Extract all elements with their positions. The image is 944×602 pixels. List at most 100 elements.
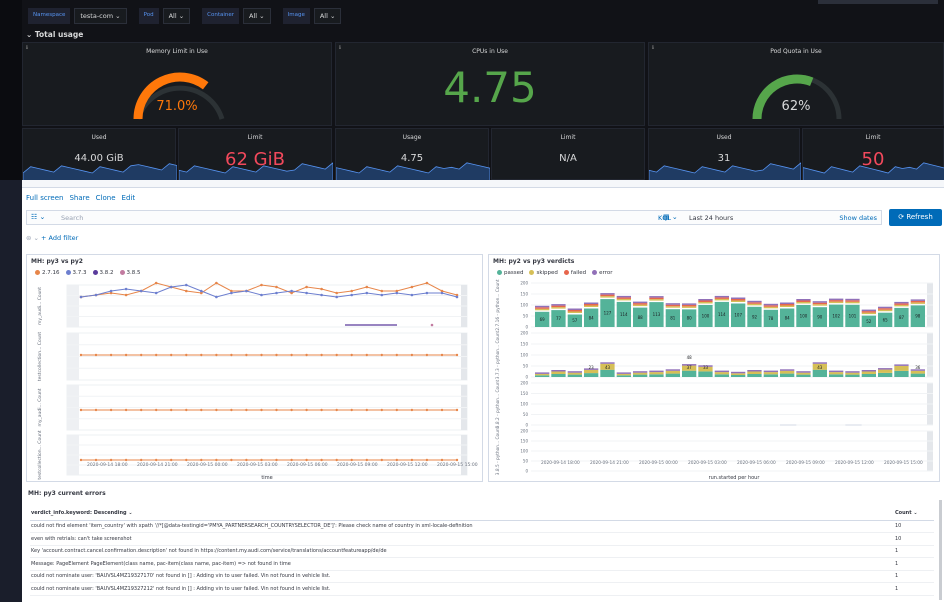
flat-series-point — [320, 458, 323, 462]
top-toolbar — [818, 0, 938, 4]
bar-data-label: 87 — [899, 315, 905, 320]
skipped-bar — [763, 372, 778, 375]
failed-bar — [600, 294, 615, 297]
flat-series-point — [455, 408, 459, 412]
full-screen-link[interactable]: Full screen — [26, 194, 63, 202]
series-3-7-3-point — [320, 293, 323, 297]
error-count: 1 — [894, 570, 934, 583]
filter-label-container: Container — [202, 8, 240, 24]
filter-namespace-select[interactable]: testa-com ⌄ — [74, 8, 127, 24]
share-link[interactable]: Share — [69, 194, 89, 202]
passed-bar — [829, 374, 844, 377]
series-3-7-3-point — [169, 285, 173, 289]
flat-series-point — [305, 353, 308, 357]
table-row[interactable]: Key 'account.contract.cancel.confirmatio… — [30, 545, 934, 558]
table-row[interactable]: Message: PageElement PageElement(class n… — [30, 557, 934, 571]
filter-label-pod: Pod — [138, 8, 159, 24]
error-count: 10 — [894, 532, 934, 546]
error-bar — [763, 370, 778, 373]
row-title-total-usage[interactable]: ⌄ Total usage — [26, 30, 83, 39]
skipped-bar — [780, 305, 795, 307]
errors-table: verdict_info.keyword: Descending ⌄ Count… — [30, 506, 934, 596]
filter-image-select[interactable]: All ⌄ — [313, 8, 342, 24]
table-row[interactable]: could not find element 'item_country' wi… — [30, 520, 934, 533]
error-bar — [649, 370, 664, 373]
skipped-bar — [714, 298, 729, 301]
verdict-column-header[interactable]: verdict_info.keyword: Descending ⌄ — [30, 506, 894, 521]
series-2-7-16-point — [380, 289, 384, 293]
stat-panel-5: Limit 50 — [802, 128, 944, 181]
passed-bar — [698, 371, 713, 377]
flat-series-point — [350, 458, 353, 462]
failed-bar — [731, 299, 746, 301]
calendar-icon[interactable]: ▦ ⌄ — [663, 213, 678, 221]
filter-pod-select[interactable]: All ⌄ — [162, 8, 191, 24]
stat-panel-3: Limit N/A — [491, 128, 645, 180]
panel-title: CPUs in Use — [472, 48, 508, 55]
series-3-7-3-point — [365, 291, 369, 295]
y-tick: 50 — [523, 459, 529, 464]
stat-value: 62 GiB — [225, 149, 285, 170]
skipped-bar — [845, 301, 860, 304]
error-bar — [878, 368, 893, 370]
count-column-header[interactable]: Count ⌄ — [894, 506, 934, 521]
skipped-bar — [910, 370, 925, 374]
flat-series-point — [410, 353, 414, 357]
filter-label-namespace: Namespace — [28, 8, 71, 24]
table-row[interactable]: even with retrials: can't take screensho… — [30, 532, 934, 546]
table-row[interactable]: could not nominate user: 'BAUVSL4MZ19327… — [30, 570, 934, 583]
error-bar — [551, 370, 566, 372]
saved-query-icon[interactable]: ☷ ⌄ — [31, 213, 45, 221]
scrollbar[interactable] — [939, 500, 942, 600]
show-dates-link[interactable]: Show dates — [839, 214, 877, 222]
series-3-7-3-point — [395, 291, 399, 295]
bar-data-label: 88 — [638, 315, 644, 320]
series-3-7-3-point — [440, 291, 444, 295]
table-row[interactable]: could not nominate user: 'BAUVSL4MZ19327… — [30, 582, 934, 596]
flat-series-point — [365, 353, 368, 357]
series-3-7-3-point — [305, 291, 308, 295]
failed-bar — [616, 297, 631, 299]
filter-container-select[interactable]: All ⌄ — [243, 8, 271, 24]
clone-link[interactable]: Clone — [96, 194, 116, 202]
flat-series-point — [350, 353, 353, 357]
series-3-7-3-point — [455, 295, 459, 299]
passed-bar — [861, 374, 876, 377]
edit-link[interactable]: Edit — [122, 194, 136, 202]
y-tick: 100 — [520, 353, 528, 358]
failed-bar — [584, 304, 599, 306]
skipped-bar — [829, 372, 844, 375]
flat-series-point — [395, 458, 398, 462]
add-filter-link[interactable]: ⊜ ⌄ + Add filter — [26, 234, 78, 242]
pod-quota-gauge-value: 62% — [781, 99, 811, 114]
bar-data-label: 69 — [540, 317, 546, 322]
flat-series-point — [260, 353, 263, 357]
search-input[interactable]: Search — [61, 214, 83, 222]
stat-panel-0: Used 44.00 GiB — [22, 128, 177, 181]
failed-bar — [780, 304, 795, 306]
flat-series-point — [380, 353, 383, 357]
skipped-bar — [535, 373, 550, 376]
query-bar: ☷ ⌄ Search KQL ▦ ⌄ Last 24 hours Show da… — [26, 210, 882, 225]
series-3-7-3-point — [410, 293, 414, 297]
error-bar — [665, 369, 680, 371]
time-range[interactable]: Last 24 hours — [689, 214, 733, 222]
skipped-bar — [633, 372, 648, 375]
failed-bar — [665, 304, 680, 307]
failed-bar — [567, 310, 582, 312]
grafana-dashboard: Namespace testa-com ⌄ Pod All ⌄ Containe… — [22, 0, 944, 181]
series-3-7-3-point — [109, 289, 113, 293]
skipped-bar — [714, 372, 729, 375]
refresh-button[interactable]: ⟳ Refresh — [889, 209, 942, 226]
failed-bar — [698, 300, 713, 302]
error-bar — [633, 371, 648, 373]
y-tick: 150 — [520, 391, 528, 396]
flat-series-point — [140, 408, 143, 412]
flat-series-point — [275, 408, 278, 412]
flat-series-point — [79, 458, 83, 462]
y-tick: 100 — [520, 449, 528, 454]
skipped-bar — [665, 306, 680, 308]
series-3-7-3-point — [335, 295, 339, 299]
bar-data-label: 101 — [849, 313, 857, 318]
error-bar — [698, 299, 713, 301]
